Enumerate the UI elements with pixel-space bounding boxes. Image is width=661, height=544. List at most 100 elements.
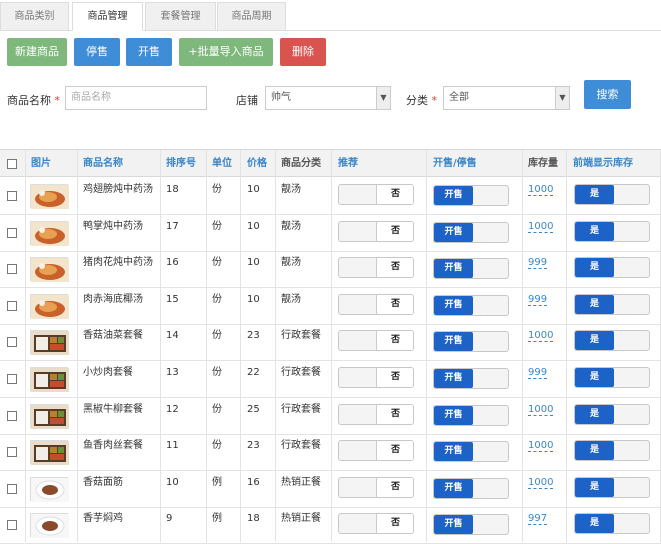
show-stock-toggle[interactable]: 是 [574,293,650,315]
stock-link[interactable]: 999 [528,367,548,379]
unit: 份 [212,440,222,452]
sort-number: 18 [166,184,179,195]
stock-link[interactable]: 1000 [528,184,554,196]
price: 16 [247,476,260,488]
stock-link[interactable]: 1000 [528,404,554,416]
select-all-checkbox[interactable] [7,159,17,169]
product-name: 肉赤海底椰汤 [83,293,143,305]
sale-status-toggle[interactable]: 开售 [433,185,509,206]
row-checkbox[interactable] [7,520,17,531]
stock-link[interactable]: 1000 [528,330,554,343]
sale-status-toggle[interactable]: 开售 [433,331,509,353]
sale-status-toggle[interactable]: 开售 [433,404,509,426]
row-checkbox[interactable] [7,227,17,238]
product-category: 热销正餐 [281,513,321,525]
sale-status-toggle[interactable]: 开售 [433,258,509,280]
show-stock-toggle[interactable]: 是 [574,257,650,279]
toggle-on-label: 开售 [434,186,473,205]
stock-link[interactable]: 1000 [528,221,554,233]
row-checkbox[interactable] [7,337,17,348]
toggle-on-label: 开售 [434,259,473,279]
unit: 例 [212,476,222,488]
recommend-toggle[interactable]: 否 [338,220,414,242]
product-name: 鱼香肉丝套餐 [83,440,143,452]
row-checkbox[interactable] [7,374,17,384]
tab-bar: 商品类别 商品管理 套餐管理 商品周期 [0,0,661,31]
column-divider [160,150,161,542]
category-select[interactable]: 全部 ▼ [443,86,570,110]
sale-status-toggle[interactable]: 开售 [433,514,509,536]
recommend-toggle[interactable]: 否 [338,513,414,535]
recommend-toggle[interactable]: 否 [338,184,414,205]
tab-product-category[interactable]: 商品类别 [0,2,69,31]
recommend-toggle[interactable]: 否 [338,330,414,352]
search-button[interactable]: 搜索 [584,80,631,109]
sale-status-toggle[interactable]: 开售 [433,477,509,499]
product-name-label: 商品名称 * [7,94,60,107]
sale-status-toggle[interactable]: 开售 [433,221,509,243]
show-stock-toggle[interactable]: 是 [574,184,650,205]
sale-status-toggle[interactable]: 开售 [433,441,509,463]
toggle-off-label: 否 [376,221,413,241]
recommend-toggle[interactable]: 否 [338,367,414,388]
row-checkbox[interactable] [7,300,17,311]
recommend-toggle[interactable]: 否 [338,403,414,425]
tab-product-cycle[interactable]: 商品周期 [217,2,286,31]
product-name: 鸭掌炖中药汤 [83,220,143,232]
toggle-off-label: 否 [376,258,413,278]
stock-link[interactable]: 1000 [528,477,554,489]
product-name: 黑椒牛柳套餐 [83,403,143,415]
row-checkbox[interactable] [7,483,17,494]
toggle-off-label: 否 [376,331,413,351]
recommend-toggle[interactable]: 否 [338,476,414,498]
price: 23 [247,440,260,452]
price: 18 [247,513,260,525]
start-sale-button[interactable]: 开售 [126,38,172,66]
store-select[interactable]: 帅气 ▼ [265,86,391,110]
recommend-toggle[interactable]: 否 [338,293,414,315]
show-stock-toggle[interactable]: 是 [574,367,650,388]
sale-status-toggle[interactable]: 开售 [433,294,509,316]
new-product-button[interactable]: 新建商品 [7,38,67,66]
product-name-input[interactable]: 商品名称 [65,86,207,110]
toggle-on-label: 是 [575,441,614,461]
product-category: 靓汤 [281,293,301,305]
row-checkbox[interactable] [7,264,17,275]
toggle-on-label: 开售 [434,332,473,352]
show-stock-toggle[interactable]: 是 [574,330,650,352]
tab-product-management[interactable]: 商品管理 [72,2,143,31]
delete-button[interactable]: 删除 [280,38,326,66]
recommend-toggle[interactable]: 否 [338,257,414,279]
stock-link[interactable]: 999 [528,257,548,270]
column-divider [240,150,241,542]
toggle-on-label: 开售 [434,222,473,242]
stop-sale-button[interactable]: 停售 [74,38,120,66]
show-stock-toggle[interactable]: 是 [574,220,650,242]
show-stock-toggle[interactable]: 是 [574,513,650,535]
header-price: 价格 [247,158,267,169]
stock-link[interactable]: 997 [528,513,548,526]
unit: 份 [212,330,222,342]
toggle-off-label: 否 [376,441,413,461]
bulk-import-button[interactable]: +批量导入商品 [179,38,273,66]
header-show-stock: 前端显示库存 [573,158,633,169]
stock-link[interactable]: 1000 [528,440,554,453]
product-name: 小炒肉套餐 [83,367,133,378]
product-thumbnail [30,330,69,356]
price: 22 [247,367,260,378]
stock-link[interactable]: 999 [528,294,548,306]
show-stock-toggle[interactable]: 是 [574,403,650,425]
header-name: 商品名称 [83,158,123,169]
recommend-toggle[interactable]: 否 [338,440,414,462]
row-checkbox[interactable] [7,410,17,421]
product-thumbnail [30,476,69,502]
show-stock-toggle[interactable]: 是 [574,440,650,462]
sale-status-toggle[interactable]: 开售 [433,368,509,389]
header-recommend: 推荐 [338,158,358,169]
show-stock-toggle[interactable]: 是 [574,476,650,498]
toggle-on-label: 是 [575,294,614,314]
unit: 份 [212,184,222,195]
row-checkbox[interactable] [7,447,17,458]
tab-package-management[interactable]: 套餐管理 [145,2,216,31]
row-checkbox[interactable] [7,191,17,201]
